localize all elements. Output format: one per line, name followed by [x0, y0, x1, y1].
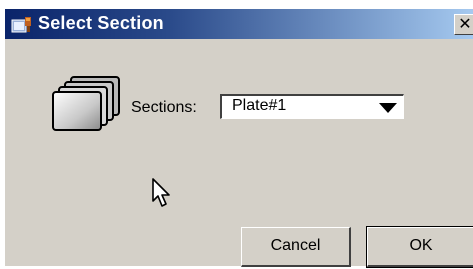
triangle-down-icon[interactable]	[379, 103, 397, 113]
ok-button[interactable]: OK	[366, 226, 473, 268]
mouse-pointer-icon	[152, 178, 170, 207]
sections-dropdown[interactable]: Plate#1	[220, 94, 404, 119]
close-icon: ✕	[458, 14, 472, 33]
close-button[interactable]: ✕	[454, 14, 473, 35]
title-bar[interactable]: Select Section ✕	[5, 9, 473, 39]
sections-selected-value: Plate#1	[232, 97, 287, 114]
cancel-button[interactable]: Cancel	[241, 227, 351, 267]
stacked-plates-icon	[52, 76, 120, 131]
sections-label: Sections:	[131, 99, 197, 116]
select-section-dialog: Select Section ✕ Sections: Plate#1 Cance…	[4, 8, 473, 268]
dialog-title: Select Section	[38, 13, 164, 33]
app-icon	[11, 17, 31, 33]
